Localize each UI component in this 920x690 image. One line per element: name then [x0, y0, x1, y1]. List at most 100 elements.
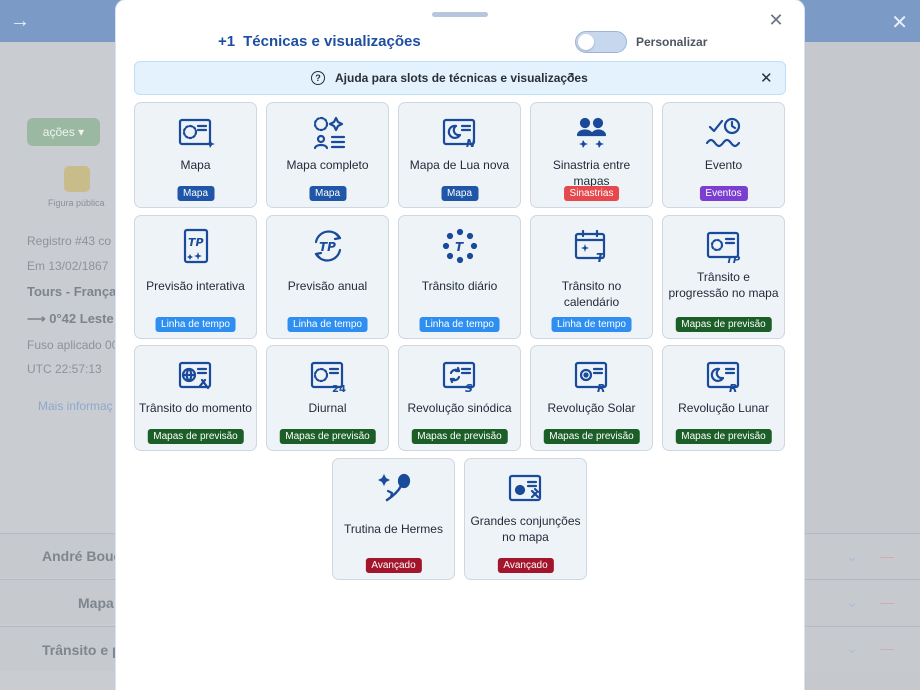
- new-moon-chart-icon: N: [440, 115, 480, 151]
- longitude-text: ⟶ 0°42 Leste: [27, 311, 114, 326]
- card-sinastria[interactable]: Sinastria entre mapas Sinastrias: [530, 102, 653, 208]
- public-figure-label: Figura pública: [48, 198, 105, 208]
- svg-text:R: R: [597, 382, 605, 394]
- svg-text:T: T: [596, 251, 605, 264]
- card-mapa[interactable]: Mapa Mapa: [134, 102, 257, 208]
- category-badge: Mapas de previsão: [675, 317, 772, 332]
- svg-text:S: S: [465, 382, 473, 394]
- card-title: Revolução Lunar: [678, 401, 769, 415]
- card-mapa-lua-nova[interactable]: N Mapa de Lua nova Mapa: [398, 102, 521, 208]
- remove-icon: —: [880, 594, 894, 610]
- drag-handle[interactable]: [432, 12, 488, 17]
- svg-text:T: T: [455, 240, 464, 254]
- category-badge: Mapas de previsão: [411, 429, 508, 444]
- trutina-hermes-icon: [374, 471, 414, 507]
- synodic-revolution-icon: S: [440, 358, 480, 395]
- svg-text:N: N: [466, 137, 475, 150]
- remove-icon: —: [880, 548, 894, 564]
- category-badge: Mapas de previsão: [543, 429, 640, 444]
- category-badge: Linha de tempo: [287, 317, 368, 332]
- card-title: Revolução sinódica: [407, 401, 512, 415]
- svg-text:TP: TP: [726, 255, 741, 264]
- card-title: Mapa: [180, 158, 211, 172]
- category-badge: Mapas de previsão: [675, 429, 772, 444]
- question-icon: ?: [311, 71, 325, 85]
- svg-text:TP: TP: [319, 240, 336, 254]
- daily-transit-icon: T: [440, 228, 480, 264]
- modal-close-button[interactable]: ✕: [767, 11, 785, 29]
- full-chart-icon: [308, 115, 348, 151]
- svg-text:TP: TP: [188, 236, 204, 249]
- category-badge: Linha de tempo: [419, 317, 500, 332]
- toggle-knob: [578, 34, 594, 50]
- card-transito-diario[interactable]: T Trânsito diário Linha de tempo: [398, 215, 521, 339]
- timezone-text: Fuso aplicado 00: [27, 338, 119, 352]
- svg-text:R: R: [729, 382, 737, 394]
- actions-button: ações ▾: [27, 118, 100, 146]
- techniques-modal: ✕ +1 Técnicas e visualizações Personaliza…: [116, 0, 804, 690]
- card-diurnal[interactable]: 24 Diurnal Mapas de previsão: [266, 345, 389, 451]
- card-title: Trânsito diário: [421, 279, 498, 293]
- card-title: Mapa de Lua nova: [409, 158, 510, 172]
- chart-wheel-icon: [176, 115, 216, 151]
- card-title: Trânsito do momento: [139, 401, 252, 415]
- transit-progression-icon: TP: [704, 228, 744, 266]
- card-revolucao-lunar[interactable]: R Revolução Lunar Mapas de previsão: [662, 345, 785, 451]
- modal-title: +1 Técnicas e visualizações: [218, 33, 421, 50]
- category-badge: Avançado: [365, 558, 422, 573]
- external-link-icon: ↗: [565, 69, 576, 83]
- title-count: +1: [218, 33, 236, 50]
- svg-text:24: 24: [332, 384, 346, 394]
- public-figure-icon: [64, 166, 90, 192]
- card-revolucao-sinodica[interactable]: S Revolução sinódica Mapas de previsão: [398, 345, 521, 451]
- chevron-down-icon: ⌄: [846, 548, 858, 564]
- help-banner[interactable]: ? Ajuda para slots de técnicas e visuali…: [134, 61, 786, 95]
- forward-arrow-icon: →: [10, 10, 30, 32]
- card-mapa-completo[interactable]: Mapa completo Mapa: [266, 102, 389, 208]
- category-badge: Eventos: [699, 186, 748, 201]
- card-title: Previsão anual: [287, 279, 368, 293]
- synastry-icon: [572, 115, 612, 151]
- customize-label: Personalizar: [636, 35, 708, 49]
- card-title: Mapa completo: [286, 158, 369, 172]
- card-previsao-anual[interactable]: TP Previsão anual Linha de tempo: [266, 215, 389, 339]
- background-close-icon: ✕: [891, 12, 908, 34]
- card-title: Grandes conjunções no mapa: [470, 514, 581, 544]
- category-badge: Sinastrias: [563, 186, 620, 201]
- card-transito-calendario[interactable]: T Trânsito no calendário Linha de tempo: [530, 215, 653, 339]
- card-previsao-interativa[interactable]: TP Previsão interativa Linha de tempo: [134, 215, 257, 339]
- card-evento[interactable]: Evento Eventos: [662, 102, 785, 208]
- card-title: Sinastria entre mapas: [552, 158, 631, 188]
- background-row-label: André Bouc: [42, 548, 122, 564]
- customize-toggle[interactable]: [575, 31, 627, 53]
- card-transito-momento[interactable]: Trânsito do momento Mapas de previsão: [134, 345, 257, 451]
- card-title: Diurnal: [308, 401, 347, 415]
- annual-forecast-icon: TP: [308, 228, 348, 264]
- great-conjunctions-icon: [506, 471, 546, 507]
- card-title: Trutina de Hermes: [344, 522, 443, 536]
- place-text: Tours - França: [27, 284, 117, 299]
- background-row-label: Mapa: [78, 595, 114, 611]
- background-row-label: Trânsito e p: [42, 642, 121, 658]
- card-title: Previsão interativa: [146, 279, 245, 293]
- card-title: Trânsito no calendário: [561, 279, 622, 309]
- card-title: Evento: [704, 158, 743, 172]
- category-badge: Mapas de previsão: [279, 429, 376, 444]
- date-text: Em 13/02/1867: [27, 259, 109, 273]
- more-info-link: Mais informaç: [38, 399, 113, 413]
- card-title: Trânsito e progressão no mapa: [668, 270, 779, 300]
- diurnal-icon: 24: [308, 358, 348, 395]
- card-revolucao-solar[interactable]: R Revolução Solar Mapas de previsão: [530, 345, 653, 451]
- event-clock-icon: [704, 115, 744, 151]
- category-badge: Avançado: [497, 558, 554, 573]
- card-trutina-hermes[interactable]: Trutina de Hermes Avançado: [332, 458, 455, 580]
- card-transito-progressao[interactable]: TP Trânsito e progressão no mapa Mapas de …: [662, 215, 785, 339]
- solar-revolution-icon: R: [572, 358, 612, 395]
- help-text[interactable]: Ajuda para slots de técnicas e visualiza…: [335, 71, 588, 85]
- chevron-down-icon: ⌄: [846, 594, 858, 610]
- chevron-down-icon: ⌄: [846, 640, 858, 656]
- title-text: Técnicas e visualizações: [243, 33, 421, 50]
- help-close-button[interactable]: ✕: [760, 69, 773, 87]
- category-badge: Mapa: [176, 186, 215, 201]
- card-grandes-conjuncoes[interactable]: Grandes conjunções no mapa Avançado: [464, 458, 587, 580]
